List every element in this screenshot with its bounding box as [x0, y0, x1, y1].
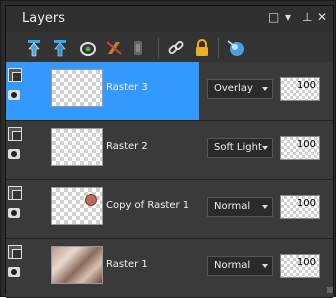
blend-mode-value: Normal [214, 260, 251, 271]
layer-controls: Soft Light 100 [199, 121, 333, 179]
resize-grip[interactable] [327, 287, 333, 293]
layer-row-icons [6, 62, 24, 120]
layer-row-raster-2[interactable]: Raster 2 Soft Light 100 [6, 121, 333, 180]
thumbnail-detail [85, 194, 97, 206]
layer-thumbnail [51, 187, 103, 225]
blend-mode-select[interactable]: Normal [207, 197, 273, 217]
opacity-field[interactable]: 100 [280, 195, 320, 219]
panel-title: Layers [22, 11, 66, 26]
layer-thumbnail [51, 246, 103, 284]
visibility-eye-icon[interactable] [8, 90, 20, 100]
layer-name-cell[interactable]: Raster 1 [24, 239, 199, 297]
layer-properties-icon[interactable] [128, 38, 148, 58]
layer-name: Raster 3 [106, 82, 148, 93]
toolbar-separator [158, 38, 159, 58]
layer-thumbnail [51, 128, 103, 166]
toolbar-separator [218, 38, 219, 58]
restore-icon[interactable]: □ [268, 10, 279, 24]
opacity-field[interactable]: 100 [280, 254, 320, 278]
visibility-eye-icon[interactable] [8, 208, 20, 218]
chevron-down-icon [262, 146, 268, 150]
visibility-eye-icon[interactable] [8, 149, 20, 159]
close-icon[interactable]: ✕ [317, 10, 327, 24]
layer-type-icon [8, 245, 22, 259]
layer-thumbnail [51, 69, 103, 107]
new-raster-layer-icon[interactable] [24, 38, 44, 58]
layer-controls: Overlay 100 [199, 62, 333, 120]
opacity-field[interactable]: 100 [280, 136, 320, 160]
blend-mode-value: Overlay [214, 83, 253, 94]
lock-transparency-icon[interactable] [192, 38, 212, 58]
chevron-down-icon [262, 205, 268, 209]
blend-mode-select[interactable]: Overlay [207, 79, 273, 99]
layer-name-cell[interactable]: Raster 3 [24, 62, 199, 120]
layer-type-icon [8, 68, 22, 82]
edit-selection-icon[interactable] [226, 38, 246, 58]
new-vector-layer-icon[interactable] [50, 38, 70, 58]
new-mask-layer-icon[interactable] [78, 38, 98, 58]
panel-titlebar[interactable]: Layers □ ▾ ⊥ ✕ [6, 6, 333, 32]
layer-row-copy-of-raster-1[interactable]: Copy of Raster 1 Normal 100 [6, 180, 333, 239]
layer-controls: Normal 100 [199, 239, 333, 297]
blend-mode-value: Normal [214, 201, 251, 212]
layer-type-icon [8, 186, 22, 200]
blend-mode-value: Soft Light [214, 142, 262, 153]
chevron-down-icon [262, 264, 268, 268]
delete-layer-icon[interactable] [104, 38, 124, 58]
layers-toolbar [6, 32, 333, 64]
blend-mode-select[interactable]: Normal [207, 256, 273, 276]
layer-list[interactable]: Raster 3 Overlay 100 Raster 2 Soft Light… [6, 62, 333, 298]
layers-panel: Layers □ ▾ ⊥ ✕ Raster 3 Overlay 100 Rast… [5, 5, 334, 298]
link-layers-icon[interactable] [166, 38, 186, 58]
opacity-field[interactable]: 100 [280, 77, 320, 101]
layers-panel-frame: Layers □ ▾ ⊥ ✕ Raster 3 Overlay 100 Rast… [0, 0, 336, 298]
layer-name: Raster 2 [106, 141, 148, 152]
layer-name-cell[interactable]: Copy of Raster 1 [24, 180, 199, 238]
layer-name-cell[interactable]: Raster 2 [24, 121, 199, 179]
layer-row-raster-3[interactable]: Raster 3 Overlay 100 [6, 62, 333, 121]
layer-row-icons [6, 121, 24, 179]
chevron-down-icon [262, 87, 268, 91]
layer-row-icons [6, 180, 24, 238]
visibility-eye-icon[interactable] [8, 267, 20, 277]
layer-name: Raster 1 [106, 259, 148, 270]
pin-icon[interactable]: ⊥ [302, 10, 312, 24]
panel-menu-icon[interactable]: ▾ [285, 10, 291, 24]
layer-name: Copy of Raster 1 [106, 200, 190, 211]
blend-mode-select[interactable]: Soft Light [207, 138, 273, 158]
layer-controls: Normal 100 [199, 180, 333, 238]
layer-row-raster-1[interactable]: Raster 1 Normal 100 [6, 239, 333, 298]
layer-type-icon [8, 127, 22, 141]
layer-row-icons [6, 239, 24, 297]
